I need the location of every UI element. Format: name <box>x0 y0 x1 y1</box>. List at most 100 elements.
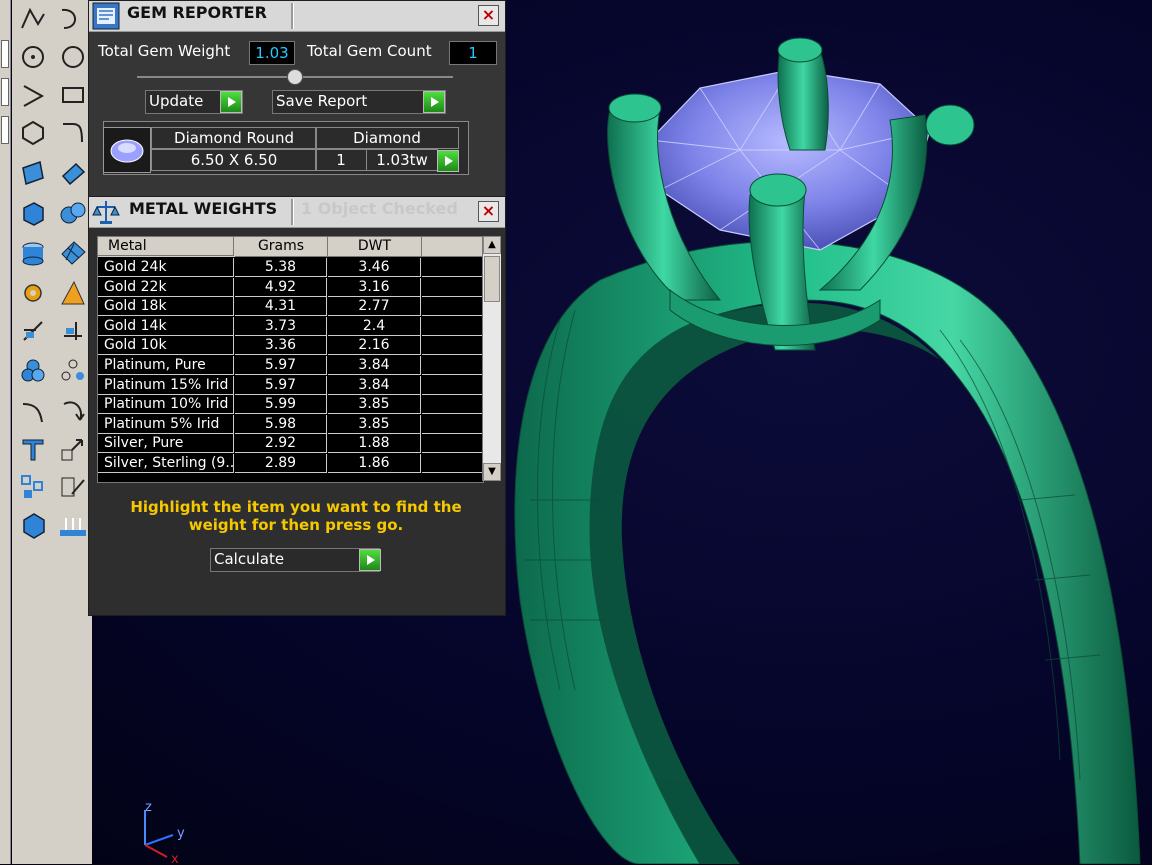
blank-cell <box>422 297 483 317</box>
fillet-icon[interactable] <box>56 116 90 150</box>
extrude-arrows-icon[interactable] <box>56 508 90 542</box>
slider-handle[interactable] <box>287 69 303 85</box>
surface-icon[interactable] <box>16 156 50 190</box>
dwt-cell: 3.46 <box>328 258 421 277</box>
table-row[interactable]: Platinum 10% Irid 5.99 3.85 <box>98 395 483 415</box>
axis-indicator: z y x <box>144 800 185 865</box>
dwt-cell: 3.85 <box>328 414 421 434</box>
table-row[interactable]: Gold 14k 3.73 2.4 <box>98 316 483 337</box>
grams-cell: 2.92 <box>235 434 327 454</box>
mesh-icon[interactable] <box>56 236 90 270</box>
save-report-label: Save Report <box>276 92 368 110</box>
blank-cell <box>422 356 483 375</box>
size-slider[interactable] <box>137 69 453 85</box>
update-go-button[interactable] <box>220 91 242 113</box>
calculate-label: Calculate <box>214 550 285 568</box>
metal-cell: Gold 18k <box>98 297 234 317</box>
blank-cell <box>422 277 483 297</box>
gem-reporter-close-button[interactable]: × <box>478 5 499 26</box>
round-diamond-icon <box>110 139 144 163</box>
gem-weight-go-button[interactable] <box>437 150 459 172</box>
dwt-cell: 3.85 <box>328 395 421 415</box>
metal-weights-title: METAL WEIGHTS <box>129 199 278 218</box>
edit-icon[interactable] <box>56 470 90 504</box>
scroll-up-icon[interactable]: ▲ <box>483 236 501 254</box>
polygon-icon[interactable] <box>16 116 50 150</box>
table-row[interactable]: Silver, Sterling (9... 2.89 1.86 <box>98 454 483 474</box>
table-scrollbar[interactable]: ▲ ▼ <box>482 236 501 481</box>
polyline-icon[interactable] <box>16 2 50 36</box>
total-gem-weight-label: Total Gem Weight <box>98 42 231 60</box>
cylinder-icon[interactable] <box>16 236 50 270</box>
table-row[interactable]: Platinum 15% Irid 5.97 3.84 <box>98 375 483 396</box>
table-row[interactable]: Gold 22k 4.92 3.16 <box>98 277 483 298</box>
sweep-icon[interactable] <box>16 394 50 428</box>
metal-weights-table[interactable]: Metal Grams DWT Gold 24k 5.38 3.46 Gold 22k… <box>97 236 484 483</box>
titlebar-separator <box>291 3 294 29</box>
dwt-cell: 2.77 <box>328 297 421 317</box>
grams-cell: 5.97 <box>235 356 327 375</box>
dwt-cell: 2.16 <box>328 336 421 356</box>
scale-icon[interactable] <box>56 432 90 466</box>
dwt-cell: 1.88 <box>328 434 421 454</box>
tool-palette <box>12 0 92 546</box>
split-icon[interactable] <box>56 314 90 348</box>
scroll-down-icon[interactable]: ▼ <box>483 463 501 481</box>
metal-cell: Platinum 10% Irid <box>98 395 234 415</box>
scroll-thumb[interactable] <box>484 256 500 302</box>
dwt-cell: 3.16 <box>328 277 421 297</box>
circle-icon[interactable] <box>16 40 50 74</box>
update-label: Update <box>149 92 204 110</box>
loft-icon[interactable] <box>56 156 90 190</box>
gear-icon[interactable] <box>16 276 50 310</box>
column-header-metal[interactable]: Metal <box>98 237 234 256</box>
column-header-dwt[interactable]: DWT <box>328 237 422 257</box>
rectangle-icon[interactable] <box>56 78 90 112</box>
circle-point-icon[interactable] <box>56 40 90 74</box>
group-circles-icon[interactable] <box>16 354 50 388</box>
array-icon[interactable] <box>56 354 90 388</box>
layout-icon[interactable] <box>16 470 50 504</box>
metal-cell: Gold 10k <box>98 336 234 356</box>
calculate-go-button[interactable] <box>359 549 381 571</box>
boolean-icon[interactable] <box>56 276 90 310</box>
tool-palette-lower <box>12 546 92 864</box>
table-row[interactable]: Gold 24k 5.38 3.46 <box>98 258 483 278</box>
calculate-button[interactable]: Calculate <box>210 548 380 572</box>
gem-reporter-app-icon <box>92 2 120 30</box>
metal-cell: Platinum 5% Irid <box>98 414 234 434</box>
save-report-go-button[interactable] <box>423 91 445 113</box>
save-report-button[interactable]: Save Report <box>272 90 446 114</box>
table-row[interactable]: Platinum 5% Irid 5.98 3.85 <box>98 414 483 435</box>
gem-count-cell: 1 <box>315 149 367 171</box>
solid-box-icon[interactable] <box>16 508 50 542</box>
metal-cell: Gold 22k <box>98 277 234 297</box>
blank-cell <box>422 258 483 277</box>
curve-tool-icon[interactable] <box>56 2 90 36</box>
table-row[interactable]: Platinum, Pure 5.97 3.84 <box>98 356 483 376</box>
grams-cell: 5.99 <box>235 395 327 415</box>
metal-weights-close-button[interactable]: × <box>478 201 499 222</box>
table-row[interactable]: Gold 18k 4.31 2.77 <box>98 297 483 317</box>
dwt-cell: 3.84 <box>328 375 421 395</box>
rotate-icon[interactable] <box>56 394 90 428</box>
table-header: Metal Grams DWT <box>98 237 483 257</box>
gem-reporter-titlebar[interactable]: GEM REPORTER × <box>89 1 505 32</box>
spheres-icon[interactable] <box>56 196 90 230</box>
axis-x-label: x <box>171 852 179 865</box>
trim-icon[interactable] <box>16 314 50 348</box>
grams-cell: 4.31 <box>235 297 327 317</box>
box-icon[interactable] <box>16 196 50 230</box>
text-tool-icon[interactable] <box>16 432 50 466</box>
left-edge-strip <box>0 0 11 864</box>
blank-cell <box>422 336 483 356</box>
metal-weights-titlebar[interactable]: METAL WEIGHTS 1 Object Checked × <box>89 197 505 228</box>
grams-cell: 2.89 <box>235 454 327 473</box>
column-header-blank <box>422 237 483 257</box>
column-header-grams[interactable]: Grams <box>235 237 328 257</box>
table-row[interactable]: Gold 10k 3.36 2.16 <box>98 336 483 356</box>
grams-cell: 3.73 <box>235 316 327 336</box>
table-row[interactable]: Silver, Pure 2.92 1.88 <box>98 434 483 454</box>
metal-cell: Platinum 15% Irid <box>98 375 234 395</box>
arc-icon[interactable] <box>16 78 50 112</box>
